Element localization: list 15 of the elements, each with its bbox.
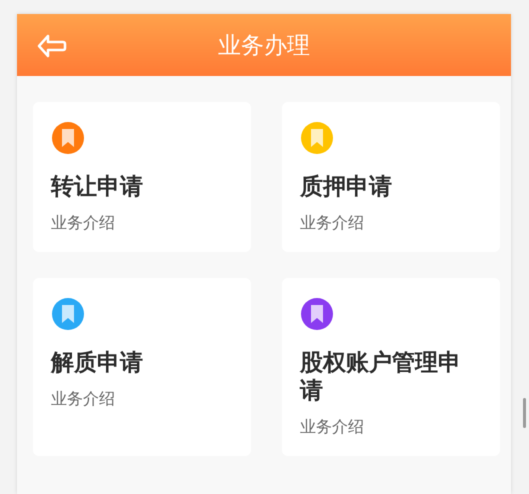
page-title: 业务办理: [218, 32, 310, 60]
card-subtitle: 业务介绍: [51, 213, 115, 234]
scrollbar-thumb[interactable]: [523, 398, 526, 428]
service-card[interactable]: 质押申请 业务介绍: [282, 102, 500, 252]
service-card[interactable]: 股权账户管理申请 业务介绍: [282, 278, 500, 456]
card-subtitle: 业务介绍: [300, 213, 364, 234]
card-title: 股权账户管理申请: [300, 349, 462, 405]
back-icon[interactable]: [37, 34, 67, 58]
card-subtitle: 业务介绍: [51, 389, 115, 410]
card-title: 质押申请: [300, 173, 392, 201]
card-title: 解质申请: [51, 349, 143, 377]
service-card[interactable]: 转让申请 业务介绍: [33, 102, 251, 252]
card-title: 转让申请: [51, 173, 143, 201]
card-subtitle: 业务介绍: [300, 417, 364, 438]
service-card[interactable]: 解质申请 业务介绍: [33, 278, 251, 456]
